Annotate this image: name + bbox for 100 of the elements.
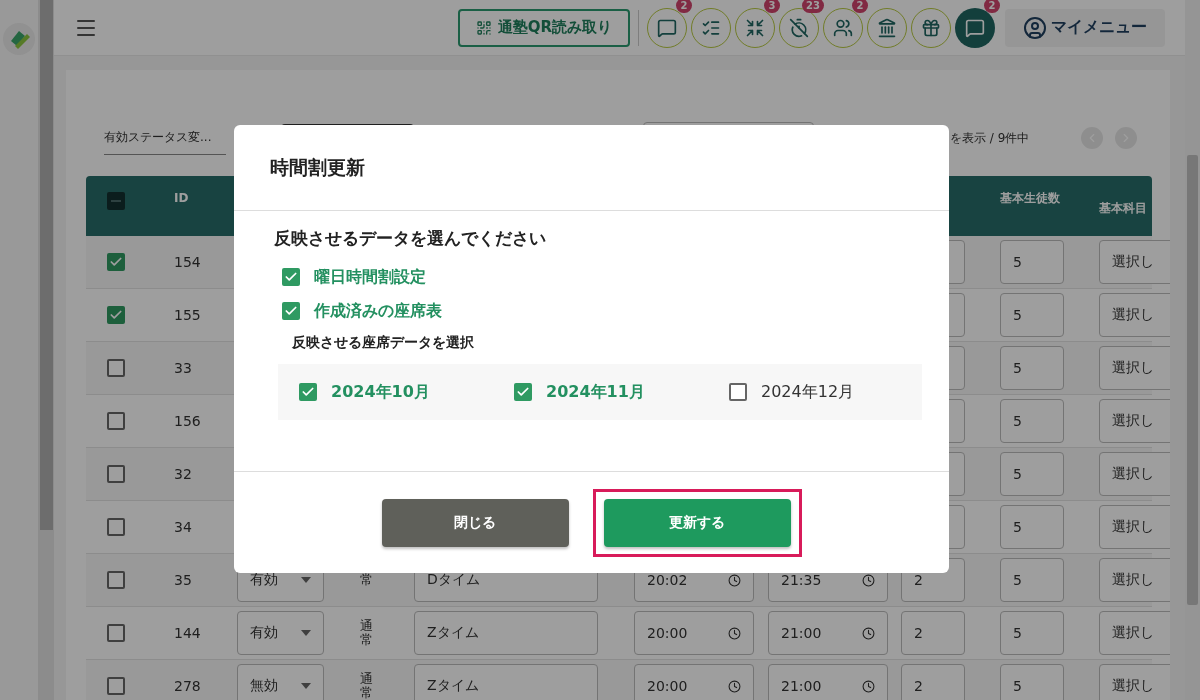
status-filter[interactable]: 有効ステータス変... — [104, 121, 226, 155]
check-icon — [516, 385, 530, 399]
row-checkbox[interactable] — [107, 306, 125, 324]
clock-icon — [728, 626, 741, 640]
end-time-field[interactable]: 21:00 — [768, 611, 888, 655]
icon-button[interactable] — [691, 7, 731, 48]
row-checkbox[interactable] — [107, 359, 125, 377]
count-badge: 23 — [802, 0, 824, 13]
qr-code-icon — [475, 19, 492, 36]
students-field[interactable]: 5 — [1000, 611, 1064, 655]
row-checkbox[interactable] — [107, 518, 125, 536]
chat-icon — [657, 17, 677, 38]
subject-select[interactable]: 選択し — [1099, 505, 1170, 549]
chat-icon — [965, 17, 985, 38]
id-cell-text: 33 — [173, 360, 193, 376]
name-field[interactable]: Zタイム — [414, 611, 598, 655]
row-checkbox[interactable] — [107, 465, 125, 483]
count-badge: 2 — [676, 0, 692, 13]
icon-button[interactable] — [955, 7, 995, 48]
caret-icon — [301, 683, 311, 689]
close-button[interactable]: 閉じる — [381, 498, 569, 547]
dialog-title: 時間割更新 — [270, 154, 365, 180]
option-label: 作成済みの座席表 — [314, 300, 442, 322]
seat-prompt: 反映させる座席データを選択 — [292, 334, 475, 352]
subject-select[interactable]: 選択し — [1099, 240, 1170, 284]
my-menu-button[interactable]: マイメニュー — [1005, 8, 1165, 47]
subject-select[interactable]: 選択し — [1099, 346, 1170, 390]
update-button[interactable]: 更新する — [603, 498, 791, 547]
icon-button[interactable] — [911, 7, 951, 48]
month-checkbox[interactable] — [514, 383, 532, 401]
row-checkbox[interactable] — [107, 624, 125, 642]
status-select[interactable]: 無効 — [237, 664, 324, 700]
clock-icon — [862, 679, 875, 693]
students-field[interactable]: 5 — [1000, 558, 1064, 602]
count-badge: 2 — [984, 0, 1000, 13]
subject-select[interactable]: 選択し — [1099, 664, 1170, 700]
subject-select[interactable]: 選択し — [1099, 611, 1170, 655]
start-time-field[interactable]: 20:00 — [634, 664, 754, 700]
month-label: 2024年10月 — [331, 381, 430, 403]
row-checkbox[interactable] — [107, 412, 125, 430]
id-cell-text: 32 — [173, 466, 193, 482]
type-cell: 通常 — [360, 618, 373, 648]
subject-select[interactable]: 選択し — [1099, 399, 1170, 443]
option-label: 曜日時間割設定 — [314, 266, 426, 288]
check-icon — [109, 308, 123, 322]
students-field[interactable]: 5 — [1000, 399, 1064, 443]
icon-button[interactable] — [647, 7, 687, 48]
students-field[interactable]: 5 — [1000, 240, 1064, 284]
clock-icon — [862, 626, 875, 640]
check-icon — [109, 255, 123, 269]
logo-icon — [2, 22, 36, 56]
page-info: を表示 / 9件中 — [950, 129, 1030, 147]
month-checkbox[interactable] — [299, 383, 317, 401]
students-field[interactable]: 5 — [1000, 346, 1064, 390]
row-checkbox[interactable] — [107, 571, 125, 589]
people-icon — [833, 17, 853, 38]
scrollbar[interactable] — [38, 0, 54, 700]
column-header: 基本科目 — [1098, 200, 1148, 217]
name-field[interactable]: Zタイム — [414, 664, 598, 700]
column-header: ID — [173, 191, 189, 205]
clock-icon — [728, 679, 741, 693]
qr-scan-button[interactable]: 通塾QR読み取り — [457, 8, 630, 47]
students-field[interactable]: 5 — [1000, 452, 1064, 496]
count-field[interactable]: 2 — [901, 611, 965, 655]
subject-select[interactable]: 選択し — [1099, 452, 1170, 496]
caret-icon — [301, 630, 311, 636]
gift-icon — [921, 17, 941, 38]
id-cell-text: 34 — [173, 519, 193, 535]
count-field[interactable]: 2 — [901, 664, 965, 700]
subject-select[interactable]: 選択し — [1099, 558, 1170, 602]
check-icon — [284, 304, 298, 318]
start-time-field[interactable]: 20:00 — [634, 611, 754, 655]
column-header: 基本生徒数 — [999, 190, 1061, 207]
icon-button[interactable] — [779, 7, 819, 48]
end-time-field[interactable]: 21:00 — [768, 664, 888, 700]
select-all-checkbox[interactable] — [107, 192, 125, 210]
icon-button[interactable] — [867, 7, 907, 48]
option-checkbox[interactable] — [282, 302, 300, 320]
id-cell-text: 35 — [173, 572, 193, 588]
clock-icon — [862, 573, 875, 587]
status-select[interactable]: 有効 — [237, 611, 324, 655]
check-icon — [301, 385, 315, 399]
type-cell: 通常 — [360, 671, 373, 700]
students-field[interactable]: 5 — [1000, 505, 1064, 549]
subject-select[interactable]: 選択し — [1099, 293, 1170, 337]
month-label: 2024年12月 — [761, 381, 855, 403]
icon-button[interactable] — [823, 7, 863, 48]
id-cell-text: 278 — [173, 678, 202, 694]
icon-button[interactable] — [735, 7, 775, 48]
month-checkbox[interactable] — [729, 383, 747, 401]
option-checkbox[interactable] — [282, 268, 300, 286]
type-cell: 常 — [360, 572, 373, 588]
students-field[interactable]: 5 — [1000, 293, 1064, 337]
row-checkbox[interactable] — [107, 677, 125, 695]
count-badge: 3 — [764, 0, 780, 13]
id-cell-text: 155 — [173, 307, 202, 323]
user-icon — [1023, 15, 1047, 40]
row-checkbox[interactable] — [107, 253, 125, 271]
id-cell-text: 144 — [173, 625, 202, 641]
students-field[interactable]: 5 — [1000, 664, 1064, 700]
